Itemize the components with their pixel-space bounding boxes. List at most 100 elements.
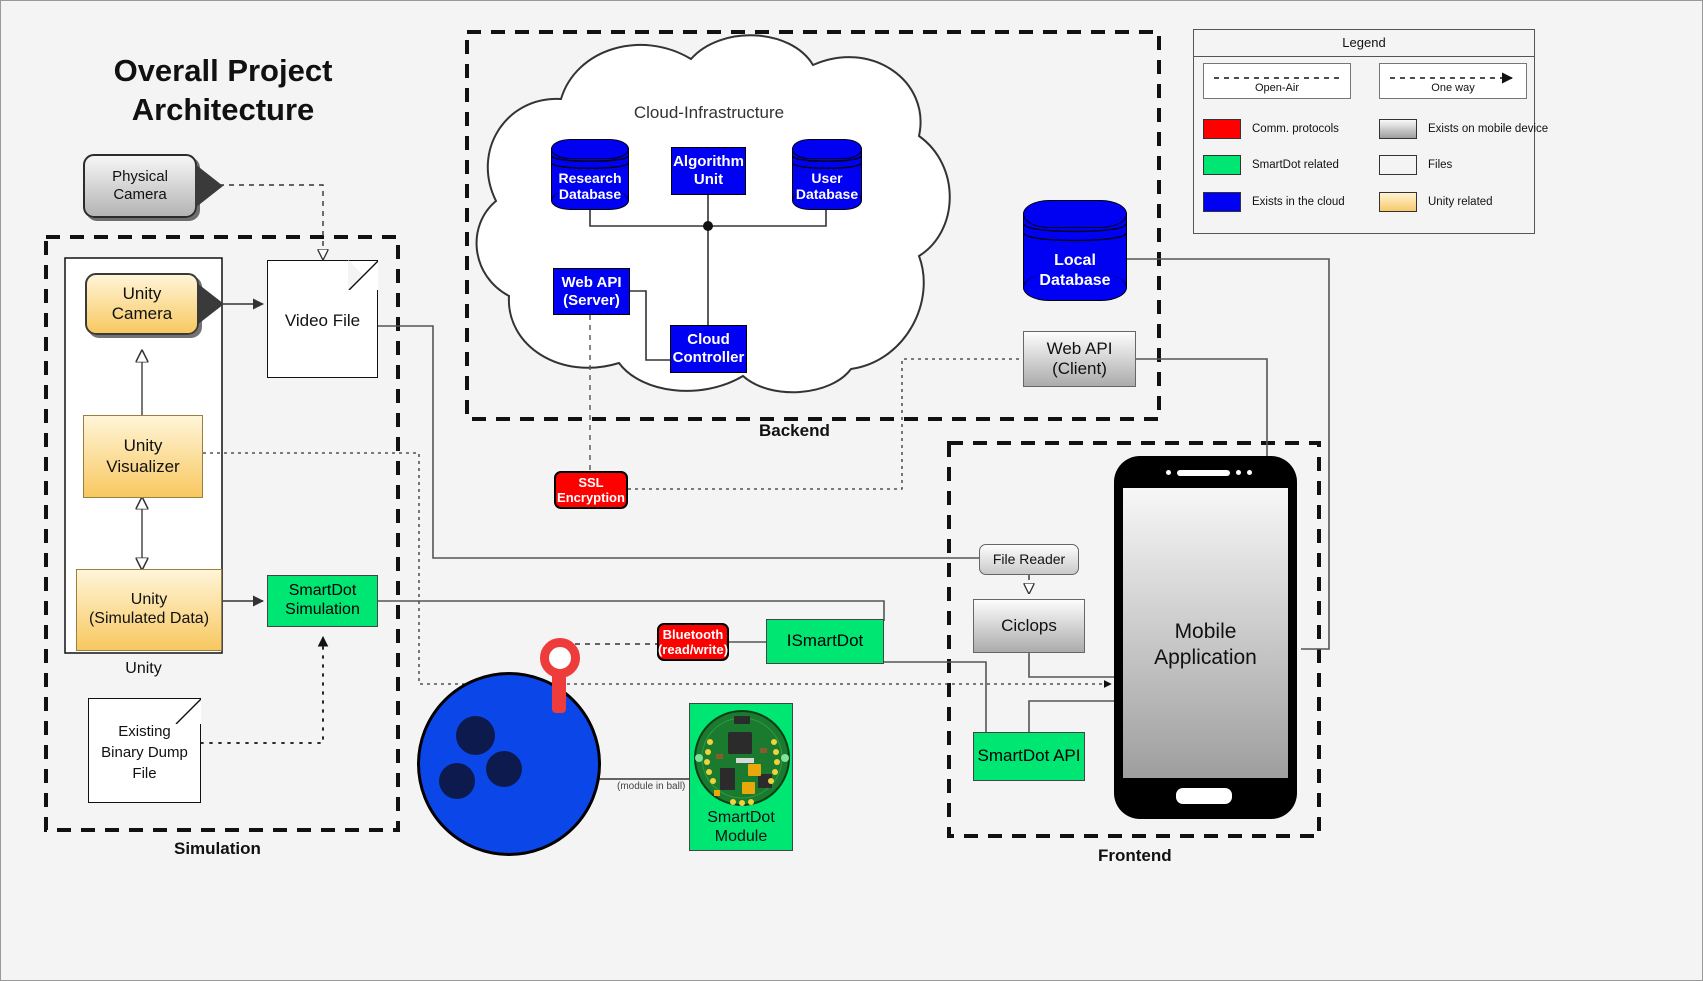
unity-visualizer-label-2: Visualizer [106, 456, 180, 476]
smartdot-api[interactable]: SmartDot API [973, 732, 1085, 781]
web-api-client-label-1: Web API [1046, 338, 1113, 358]
legend-swatch-files [1379, 155, 1417, 175]
location-pin-icon[interactable] [540, 638, 580, 678]
ball-hole-2 [439, 763, 475, 799]
unity-camera[interactable]: Unity Camera [85, 273, 225, 335]
research-database[interactable]: Research Database [551, 139, 629, 210]
binary-dump-label-1: Existing [118, 723, 171, 740]
ismartdot[interactable]: ISmartDot [766, 619, 884, 664]
local-database-label-2: Database [1039, 272, 1111, 289]
legend-label-exists-in-cloud: Exists in the cloud [1252, 196, 1345, 208]
cloud-controller[interactable]: Cloud Controller [670, 325, 747, 373]
legend-swatch-exists-on-mobile [1379, 119, 1417, 139]
physical-camera-label-1: Physical [112, 168, 168, 186]
local-database[interactable]: Local Database [1023, 200, 1127, 301]
mobile-application-label-1: Mobile [1174, 620, 1237, 643]
phone-sensor-dot-1 [1236, 470, 1241, 475]
page-title: Overall Project Architecture [93, 43, 353, 139]
bluetooth-label-1: Bluetooth [662, 626, 724, 642]
unity-visualizer-label-1: Unity [123, 436, 163, 456]
simulation-group-label: Simulation [174, 839, 261, 858]
legend-swatch-unity-related [1379, 192, 1417, 212]
web-api-server-label-1: Web API [561, 273, 622, 291]
mobile-application-label-2: Application [1154, 646, 1257, 670]
algorithm-unit[interactable]: Algorithm Unit [671, 147, 746, 195]
user-database-label-2: Database [795, 186, 859, 202]
smartdot-module-label-1: SmartDot [707, 809, 775, 826]
research-database-label-1: Research [558, 170, 622, 186]
smartdot-module-labels: SmartDot Module [690, 808, 792, 846]
mobile-application-label: Mobile Application [1114, 619, 1297, 672]
video-file-fold-icon [348, 260, 378, 290]
conn-webapiclient-phone [1136, 358, 1268, 468]
legend-swatch-smartdot-related [1203, 155, 1241, 175]
unity-camera-label-1: Unity [122, 283, 162, 303]
unity-visualizer[interactable]: Unity Visualizer [83, 415, 203, 498]
phone-sensor-dot-2 [1247, 470, 1252, 475]
bluetooth-label-2: (read/write) [657, 642, 729, 657]
file-reader-label: File Reader [992, 551, 1066, 568]
legend-title: Legend [1194, 30, 1534, 57]
cloud-controller-label-2: Controller [672, 349, 745, 366]
file-reader[interactable]: File Reader [979, 544, 1079, 575]
ciclops-label: Ciclops [1001, 615, 1057, 635]
unity-group-label: Unity [125, 659, 162, 677]
cloud-controller-label-1: Cloud [687, 331, 730, 349]
ball-hole-3 [486, 751, 522, 787]
video-file[interactable]: Video File [267, 260, 378, 378]
phone-camera-dot-left [1166, 470, 1171, 475]
video-file-label: Video File [284, 311, 361, 330]
module-in-ball-note: (module in ball) [617, 781, 686, 792]
unity-simulated-data-label-2: (Simulated Data) [88, 610, 210, 627]
ssl-encryption-label-2: Encryption [557, 490, 625, 505]
phone-home-button[interactable] [1176, 788, 1232, 804]
physical-camera-body: Physical Camera [83, 154, 197, 218]
legend-oneway-label: One way [1431, 82, 1475, 94]
conn-ismartdot-smartdotapi [884, 661, 987, 732]
architecture-diagram: Overall Project Architecture Backend Sim… [0, 0, 1703, 981]
smartdot-simulation-label-2: Simulation [285, 601, 360, 618]
legend-label-comm-protocols: Comm. protocols [1252, 123, 1339, 135]
bluetooth-protocol[interactable]: Bluetooth (read/write) [657, 623, 729, 661]
unity-camera-body: Unity Camera [85, 273, 199, 335]
frontend-group-label: Frontend [1098, 846, 1172, 865]
research-database-label-2: Database [558, 186, 622, 202]
unity-simulated-data-label-1: Unity [130, 591, 168, 609]
ismartdot-label: ISmartDot [786, 631, 864, 651]
ball-hole-1 [456, 716, 495, 755]
web-api-client-label-2: (Client) [1052, 359, 1107, 378]
bowling-ball [417, 672, 601, 856]
web-api-server[interactable]: Web API (Server) [553, 268, 630, 315]
smartdot-simulation-label-1: SmartDot [288, 582, 357, 600]
legend-label-unity-related: Unity related [1428, 196, 1493, 208]
smartdot-module-label-2: Module [714, 828, 768, 846]
user-database[interactable]: User Database [792, 139, 862, 210]
mobile-phone: Mobile Application [1114, 456, 1297, 819]
binary-dump-label-3: File [132, 765, 157, 782]
smartdot-module[interactable]: SmartDot Module [689, 703, 793, 851]
legend-swatch-comm-protocols [1203, 119, 1241, 139]
existing-binary-dump-file[interactable]: Existing Binary Dump File [88, 698, 201, 803]
cloud-infrastructure-label: Cloud-Infrastructure [633, 102, 785, 122]
legend-label-smartdot-related: SmartDot related [1252, 159, 1339, 171]
conn-physicalcamera-videofile [219, 184, 323, 259]
conn-ciclops-phone [1028, 653, 1114, 678]
phone-speaker-icon [1177, 470, 1230, 476]
unity-camera-label-2: Camera [111, 304, 173, 323]
web-api-server-label-2: (Server) [563, 291, 620, 309]
physical-camera[interactable]: Physical Camera [83, 154, 223, 218]
page-title-text: Overall Project Architecture [113, 53, 333, 127]
bus-junction-dot [703, 221, 713, 231]
legend-openair-label: Open-Air [1254, 82, 1300, 94]
legend-openair-box: Open-Air [1203, 63, 1351, 99]
legend-panel: Legend Open-Air One way Comm. protocols [1193, 29, 1548, 234]
unity-simulated-data[interactable]: Unity (Simulated Data) [76, 569, 222, 651]
web-api-client[interactable]: Web API (Client) [1023, 331, 1136, 387]
backend-group-label: Backend [759, 421, 830, 440]
user-database-label-1: User [811, 170, 843, 186]
pcb-board-icon [694, 710, 790, 806]
ciclops[interactable]: Ciclops [973, 599, 1085, 653]
ssl-encryption[interactable]: SSL Encryption [554, 471, 628, 509]
physical-camera-label-2: Camera [113, 186, 167, 203]
smartdot-simulation[interactable]: SmartDot Simulation [267, 575, 378, 627]
